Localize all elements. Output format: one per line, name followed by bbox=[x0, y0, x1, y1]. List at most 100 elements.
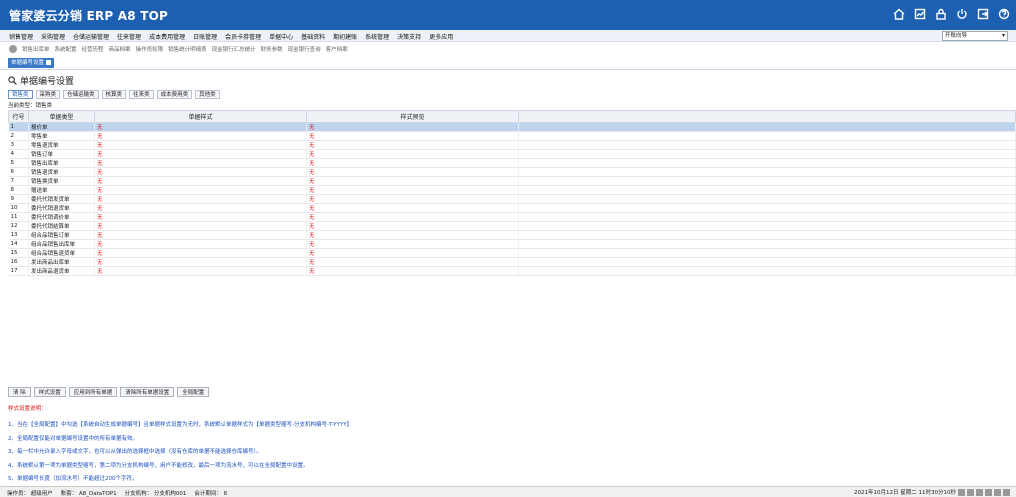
bill-style-cell[interactable]: 无 bbox=[94, 167, 307, 177]
bill-style-cell[interactable]: 无 bbox=[94, 131, 307, 141]
column-header[interactable]: 单据类型 bbox=[28, 110, 95, 123]
type-tab[interactable]: 往来类 bbox=[129, 90, 154, 99]
column-header[interactable]: 行号 bbox=[8, 110, 29, 123]
style-preview-cell: 无 bbox=[306, 203, 519, 213]
table-row[interactable]: 3 零售退货单无无 bbox=[8, 140, 1016, 150]
global-config-button[interactable]: 全局配置 bbox=[177, 387, 210, 397]
bill-style-cell[interactable]: 无 bbox=[94, 212, 307, 222]
bill-type-cell: 报价单 bbox=[28, 122, 95, 132]
tray-icon[interactable] bbox=[958, 488, 965, 496]
table-row[interactable]: 4 销售订单无无 bbox=[8, 149, 1016, 159]
tray-icon[interactable] bbox=[1003, 488, 1010, 496]
gear-icon[interactable] bbox=[9, 45, 17, 53]
table-row[interactable]: 16 发出商品出库单无无 bbox=[8, 257, 1016, 267]
menu-item[interactable]: 决策支持 bbox=[397, 32, 421, 41]
menu-item[interactable]: 成本费用管理 bbox=[149, 32, 185, 41]
table-row[interactable]: 7 销售换货单无无 bbox=[8, 176, 1016, 186]
lock-icon[interactable] bbox=[935, 8, 947, 20]
filler-cell bbox=[518, 194, 1016, 204]
table-row[interactable]: 1 报价单无无 bbox=[8, 122, 1016, 132]
menu-item[interactable]: 系统管理 bbox=[365, 32, 389, 41]
bill-style-cell[interactable]: 无 bbox=[94, 122, 307, 132]
bill-style-cell[interactable]: 无 bbox=[94, 221, 307, 231]
logout-icon[interactable] bbox=[977, 8, 989, 20]
bill-style-cell[interactable]: 无 bbox=[94, 176, 307, 186]
bill-style-cell[interactable]: 无 bbox=[94, 149, 307, 159]
menu-item[interactable]: 会员卡券管理 bbox=[225, 32, 261, 41]
bill-type-cell: 发出商品退货单 bbox=[28, 266, 95, 276]
row-number-cell: 16 bbox=[8, 257, 29, 267]
menu-item[interactable]: 基础资料 bbox=[301, 32, 325, 41]
doc-tab[interactable]: 单据编号设置 bbox=[8, 58, 55, 68]
type-tab[interactable]: 核算类 bbox=[101, 90, 127, 99]
power-icon[interactable] bbox=[956, 8, 968, 20]
menu-item[interactable]: 销售管理 bbox=[9, 32, 33, 41]
column-header[interactable]: 样式预览 bbox=[306, 110, 519, 123]
bill-style-cell[interactable]: 无 bbox=[94, 194, 307, 204]
table-row[interactable]: 14 组合品销售出库单无无 bbox=[8, 239, 1016, 249]
quick-link[interactable]: 商品档案 bbox=[109, 45, 131, 53]
type-tab[interactable]: 采购类 bbox=[35, 90, 61, 99]
quick-link[interactable]: 现金银行汇总统计 bbox=[212, 45, 256, 53]
quick-link[interactable]: 销售出库单 bbox=[22, 45, 50, 53]
quick-link[interactable]: 客户档案 bbox=[326, 45, 348, 53]
table-row[interactable]: 15 组合品销售退货单无无 bbox=[8, 248, 1016, 258]
bill-type-cell: 委托代销结算单 bbox=[28, 221, 95, 231]
type-tab[interactable]: 销售类 bbox=[8, 90, 33, 99]
quick-link[interactable]: 操作员权限 bbox=[136, 45, 164, 53]
table-row[interactable]: 6 销售退货单无无 bbox=[8, 167, 1016, 177]
tray-icon[interactable] bbox=[976, 488, 983, 496]
table-row[interactable]: 10 委托代销退货单无无 bbox=[8, 203, 1016, 213]
nav-select[interactable]: 开账向导 bbox=[942, 31, 1008, 41]
bill-style-cell[interactable]: 无 bbox=[94, 203, 307, 213]
quick-link[interactable]: 经营历程 bbox=[82, 45, 104, 53]
quick-link[interactable]: 财务参数 bbox=[261, 45, 283, 53]
table-row[interactable]: 17 发出商品退货单无无 bbox=[8, 266, 1016, 276]
dashboard-icon[interactable] bbox=[914, 8, 926, 20]
menu-item[interactable]: 采购管理 bbox=[41, 32, 65, 41]
bill-style-cell[interactable]: 无 bbox=[94, 158, 307, 168]
bill-style-cell[interactable]: 无 bbox=[94, 257, 307, 267]
table-row[interactable]: 9 委托代销发货单无无 bbox=[8, 194, 1016, 204]
menu-item[interactable]: 往来管理 bbox=[117, 32, 141, 41]
table-header: 行号 单据类型 单据样式 样式预览 bbox=[8, 110, 1016, 123]
table-row[interactable]: 2 零售单无无 bbox=[8, 131, 1016, 141]
column-header[interactable]: 单据样式 bbox=[94, 110, 307, 123]
tray-icon[interactable] bbox=[967, 488, 974, 496]
type-tab[interactable]: 仓储运输类 bbox=[63, 90, 99, 99]
type-tab[interactable]: 成本费用类 bbox=[156, 90, 193, 99]
type-tab[interactable]: 其他类 bbox=[195, 90, 220, 99]
help-icon[interactable] bbox=[998, 8, 1010, 20]
bill-style-cell[interactable]: 无 bbox=[94, 266, 307, 276]
quick-link[interactable]: 现金银行查询 bbox=[288, 45, 321, 53]
apply-all-button[interactable]: 应用到所有单据 bbox=[68, 387, 118, 397]
style-preview-cell: 无 bbox=[306, 158, 519, 168]
table-row[interactable]: 12 委托代销结算单无无 bbox=[8, 221, 1016, 231]
row-number-cell: 17 bbox=[8, 266, 29, 276]
clear-button[interactable]: 清 除 bbox=[8, 387, 31, 397]
tray-icon[interactable] bbox=[985, 488, 992, 496]
menu-item[interactable]: 单据中心 bbox=[269, 32, 293, 41]
bill-style-cell[interactable]: 无 bbox=[94, 185, 307, 195]
menu-item[interactable]: 日账管理 bbox=[193, 32, 217, 41]
menu-item[interactable]: 仓储运输管理 bbox=[73, 32, 109, 41]
row-number-cell: 12 bbox=[8, 221, 29, 231]
table-row[interactable]: 5 销售出库单无无 bbox=[8, 158, 1016, 168]
bill-style-cell[interactable]: 无 bbox=[94, 140, 307, 150]
page-title: 单据编号设置 bbox=[8, 74, 74, 87]
home-icon[interactable] bbox=[893, 8, 905, 20]
quick-link[interactable]: 系统配置 bbox=[55, 45, 77, 53]
clear-all-button[interactable]: 清除所有单据设置 bbox=[120, 387, 175, 397]
table-row[interactable]: 8 赠送单无无 bbox=[8, 185, 1016, 195]
style-settings-button[interactable]: 样式设置 bbox=[33, 387, 66, 397]
bill-style-cell[interactable]: 无 bbox=[94, 230, 307, 240]
close-icon[interactable] bbox=[46, 60, 52, 65]
quick-link[interactable]: 销售统计明细表 bbox=[168, 45, 207, 53]
menu-item[interactable]: 期初建账 bbox=[333, 32, 357, 41]
bill-style-cell[interactable]: 无 bbox=[94, 248, 307, 258]
table-row[interactable]: 13 组合品销售订单无无 bbox=[8, 230, 1016, 240]
table-row[interactable]: 11 委托代销调价单无无 bbox=[8, 212, 1016, 222]
bill-style-cell[interactable]: 无 bbox=[94, 239, 307, 249]
menu-item[interactable]: 更多应用 bbox=[429, 32, 453, 41]
tray-icon[interactable] bbox=[994, 488, 1001, 496]
